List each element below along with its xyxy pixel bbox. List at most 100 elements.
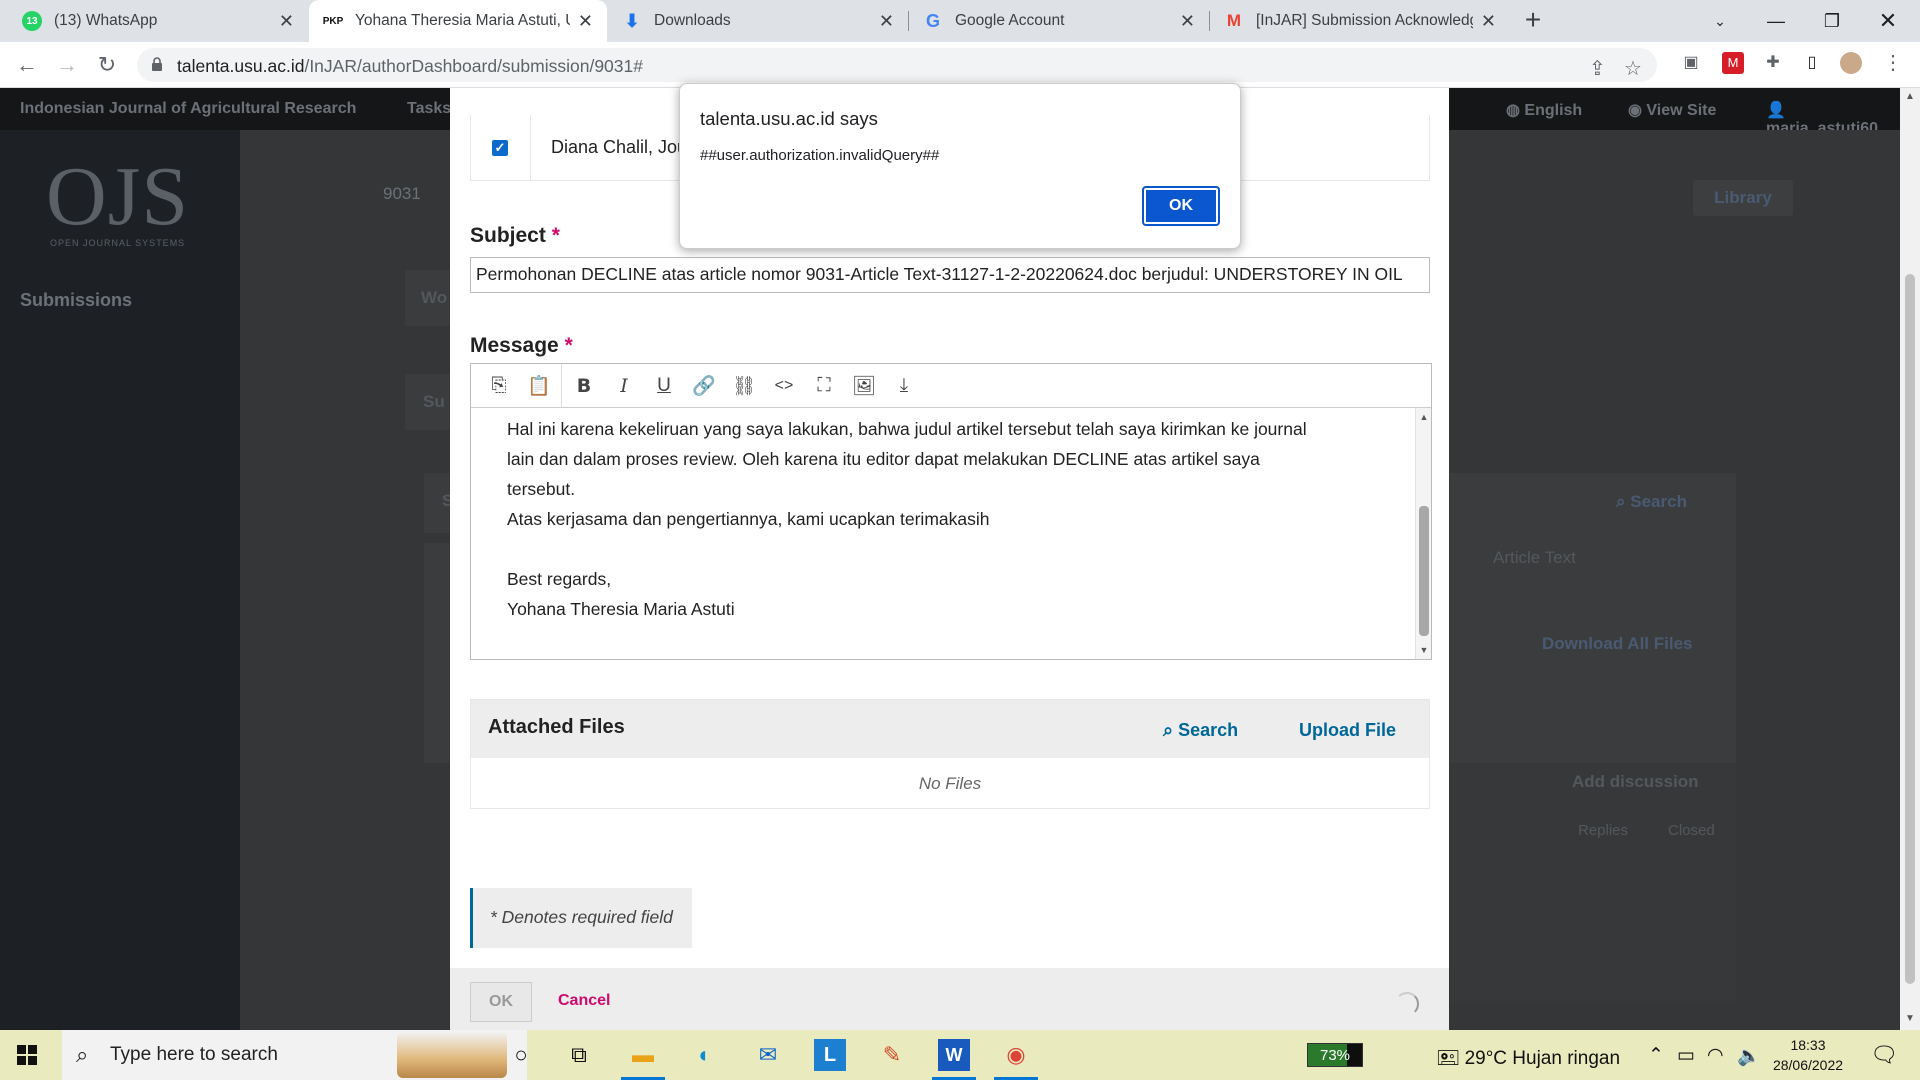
attached-files-search-link[interactable]: ⌕ Search	[1163, 720, 1238, 741]
language-link[interactable]: ◍ English	[1506, 100, 1582, 120]
taskbar-clock[interactable]: 18:33 28/06/2022	[1768, 1035, 1848, 1075]
tab-search-icon[interactable]: ⌄	[1692, 0, 1748, 42]
cancel-button[interactable]: Cancel	[558, 992, 610, 1010]
file-explorer-icon[interactable]: ▬	[621, 1039, 665, 1080]
code-icon[interactable]: <>	[764, 369, 804, 403]
tab-whatsapp[interactable]: 13 (13) WhatsApp ✕	[8, 0, 308, 42]
subject-label: Subject *	[470, 224, 560, 248]
cortana-icon[interactable]: ○	[505, 1039, 537, 1071]
tab-google-account[interactable]: G Google Account ✕	[909, 0, 1209, 42]
reload-button[interactable]: ↻	[92, 50, 122, 80]
close-tab-icon[interactable]: ✕	[578, 11, 593, 32]
close-tab-icon[interactable]: ✕	[1481, 11, 1496, 32]
bookmark-star-icon[interactable]: ☆	[1624, 56, 1642, 81]
show-hidden-icons-icon[interactable]: ⌃	[1648, 1044, 1664, 1067]
battery-indicator[interactable]: 73%	[1307, 1043, 1363, 1067]
page-scrollbar[interactable]: ▲ ▼	[1900, 88, 1920, 1030]
meet-now-icon[interactable]: ▭	[1677, 1044, 1695, 1067]
task-view-icon[interactable]: ⧉	[563, 1039, 595, 1071]
chrome-icon[interactable]: ◉	[994, 1039, 1038, 1080]
paint-icon[interactable]: ✎	[876, 1039, 908, 1071]
scroll-down-icon[interactable]: ▼	[1416, 643, 1432, 657]
discussion-panel-right	[1450, 763, 1736, 1003]
back-button[interactable]: ←	[12, 50, 42, 80]
scrollbar-thumb[interactable]	[1905, 274, 1915, 984]
url-host: talenta.usu.ac.id	[177, 56, 305, 76]
sidebar-item-submissions[interactable]: Submissions	[20, 290, 132, 311]
message-line: Best regards,	[507, 569, 612, 589]
message-line: tersebut.	[507, 479, 576, 499]
underline-icon[interactable]: U	[644, 369, 684, 403]
image-icon[interactable]: 🖼	[844, 369, 884, 403]
italic-icon[interactable]: I	[604, 369, 644, 403]
taskbar-search-box[interactable]: ⌕ Type here to search	[62, 1030, 527, 1080]
side-panel-icon[interactable]: ▯	[1801, 52, 1823, 74]
required-field-note: * Denotes required field	[470, 888, 692, 948]
restore-button[interactable]: ❐	[1804, 0, 1860, 42]
files-panel-right	[1450, 473, 1736, 763]
volume-icon[interactable]: 🔈	[1737, 1044, 1761, 1068]
link-icon[interactable]: 🔗	[684, 369, 724, 403]
view-site-link[interactable]: ◉ View Site	[1628, 100, 1716, 120]
windows-start-icon[interactable]	[17, 1045, 37, 1065]
ok-button[interactable]: OK	[470, 982, 532, 1022]
attached-files-panel: Attached Files ⌕ Search Upload File No F…	[470, 699, 1430, 809]
word-icon[interactable]: W	[932, 1039, 976, 1080]
alert-ok-button[interactable]: OK	[1142, 186, 1220, 226]
puzzle-icon[interactable]: ✚	[1762, 52, 1784, 74]
scrollbar-thumb[interactable]	[1419, 506, 1429, 636]
submission-tab[interactable]: Su	[405, 374, 453, 430]
close-tab-icon[interactable]: ✕	[1180, 11, 1195, 32]
scroll-down-icon[interactable]: ▼	[1900, 1013, 1920, 1027]
tasks-link[interactable]: Tasks	[407, 100, 451, 118]
fullscreen-icon[interactable]: ⛶	[804, 369, 844, 403]
message-body[interactable]: Hal ini karena kekeliruan yang saya laku…	[471, 408, 1415, 659]
library-button[interactable]: Library	[1693, 180, 1793, 216]
address-bar[interactable]: talenta.usu.ac.id/InJAR/authorDashboard/…	[137, 48, 1657, 82]
loading-spinner-icon	[1395, 992, 1419, 1016]
unlink-icon[interactable]: ⛓	[724, 369, 764, 403]
mendeley-extension-icon[interactable]: M	[1722, 52, 1744, 74]
paste-icon[interactable]: 📋	[519, 369, 559, 403]
minimize-button[interactable]: —	[1748, 0, 1804, 42]
scroll-up-icon[interactable]: ▲	[1416, 410, 1432, 424]
close-window-button[interactable]: ✕	[1860, 0, 1916, 42]
message-editor: ⎘ 📋 B I U 🔗 ⛓ <> ⛶ 🖼 ⤓ Hal ini karena ke…	[470, 363, 1432, 660]
copy-icon[interactable]: ⎘	[479, 369, 519, 403]
tab-downloads[interactable]: ⬇ Downloads ✕	[608, 0, 908, 42]
extension-icon[interactable]: ▣	[1680, 52, 1702, 74]
l-app-icon[interactable]: L	[814, 1039, 846, 1071]
notification-center-icon[interactable]: 🗨	[1870, 1042, 1898, 1068]
url-text: talenta.usu.ac.id/InJAR/authorDashboard/…	[177, 56, 643, 77]
download-all-files-link[interactable]: Download All Files	[1542, 634, 1693, 654]
mail-icon[interactable]: ✉	[752, 1039, 784, 1071]
menu-icon[interactable]: ⋮	[1882, 52, 1904, 74]
edge-icon[interactable]: ◐	[689, 1039, 721, 1071]
upload-icon[interactable]: ⤓	[884, 369, 924, 403]
avatar[interactable]	[1840, 52, 1862, 74]
tab-gmail[interactable]: M [InJAR] Submission Acknowledge ✕	[1210, 0, 1510, 42]
tab-title: [InJAR] Submission Acknowledge	[1256, 12, 1473, 29]
recipient-checkbox[interactable]: ✓	[492, 140, 508, 156]
files-search-link[interactable]: ⌕ Search	[1616, 492, 1687, 512]
new-tab-button[interactable]: +	[1518, 6, 1548, 36]
add-discussion-link[interactable]: Add discussion	[1572, 772, 1699, 792]
close-tab-icon[interactable]: ✕	[879, 11, 894, 32]
search-placeholder: Type here to search	[110, 1044, 278, 1065]
editor-scrollbar[interactable]: ▲ ▼	[1415, 408, 1431, 659]
workflow-tab[interactable]: Wo	[405, 270, 453, 326]
forward-button[interactable]: →	[52, 50, 82, 80]
journal-name[interactable]: Indonesian Journal of Agricultural Resea…	[20, 100, 356, 118]
scroll-up-icon[interactable]: ▲	[1900, 91, 1920, 105]
upload-file-link[interactable]: Upload File	[1299, 720, 1396, 741]
google-icon: G	[925, 10, 940, 31]
tab-ojs-submission[interactable]: PKP Yohana Theresia Maria Astuti, UN ✕	[309, 0, 607, 42]
bold-icon[interactable]: B	[564, 369, 604, 403]
no-files-text: No Files	[918, 774, 982, 793]
subject-input[interactable]: Permohonan DECLINE atas article nomor 90…	[470, 257, 1430, 293]
close-tab-icon[interactable]: ✕	[279, 11, 294, 32]
wifi-icon[interactable]: ◠	[1707, 1044, 1724, 1067]
share-icon[interactable]: ⇪	[1589, 56, 1606, 81]
weather-widget[interactable]: 🖭 29°C Hujan ringan	[1437, 1044, 1620, 1076]
pkp-icon: PKP	[322, 15, 344, 27]
